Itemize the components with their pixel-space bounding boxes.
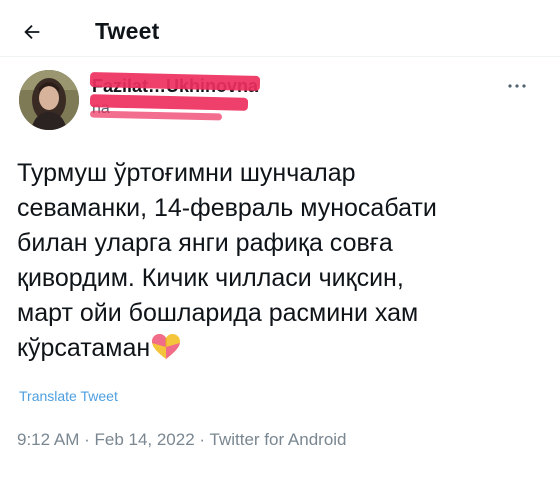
- more-horizontal-icon: [507, 76, 527, 94]
- header-divider: [0, 56, 560, 57]
- back-button[interactable]: [14, 16, 50, 52]
- translate-tweet-link[interactable]: Translate Tweet: [19, 388, 118, 404]
- meta-separator: ·: [194, 430, 210, 449]
- heart-emoji-icon: [151, 333, 181, 360]
- tweet-date[interactable]: Feb 14, 2022: [94, 430, 194, 449]
- handle-redaction: [89, 110, 223, 121]
- tweet-source[interactable]: Twitter for Android: [210, 430, 347, 449]
- tweet-text: Турмуш ўртоғимни шунчалар севаманки, 14-…: [17, 159, 437, 362]
- tweet-meta: 9:12 AM · Feb 14, 2022 · Twitter for And…: [17, 430, 347, 450]
- arrow-left-icon: [21, 21, 43, 48]
- meta-separator: ·: [79, 430, 95, 449]
- tweet-header: Tweet: [0, 0, 560, 64]
- more-button[interactable]: [502, 76, 532, 94]
- tweet-body: Турмуш ўртоғимни шунчалар севаманки, 14-…: [17, 156, 547, 366]
- handle-redaction: [89, 94, 249, 111]
- profile-photo: [19, 70, 79, 130]
- page-title: Tweet: [95, 18, 160, 44]
- tweet-time[interactable]: 9:12 AM: [17, 430, 79, 449]
- avatar[interactable]: [19, 70, 79, 130]
